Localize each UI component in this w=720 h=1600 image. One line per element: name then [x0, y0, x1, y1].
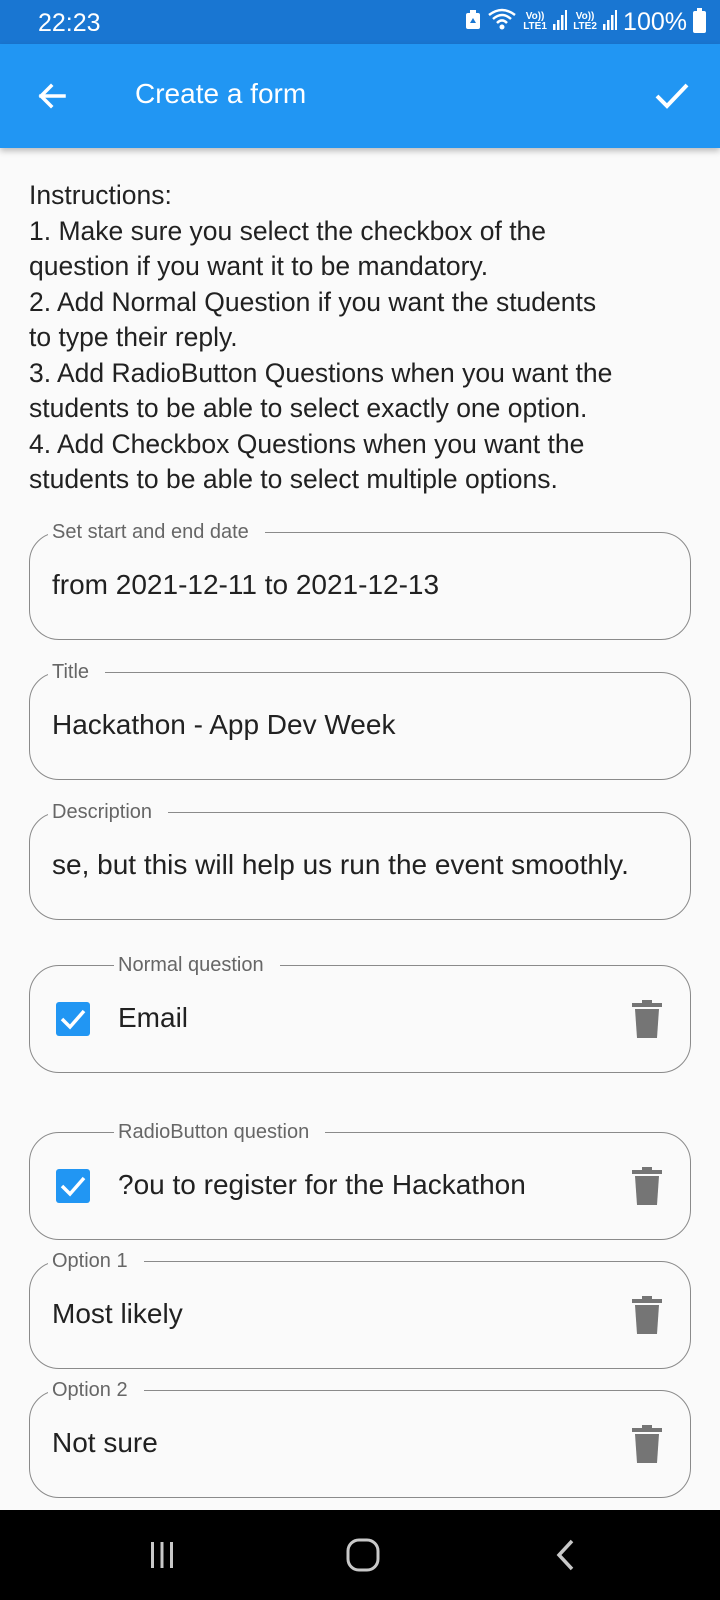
date-range-value: from 2021-12-11 to 2021-12-13 — [52, 569, 440, 600]
radio-question-value: ou to register for the Hackathon? — [118, 1169, 526, 1200]
instruction-line: students to be able to select multiple o… — [29, 464, 558, 494]
app-bar: Create a form — [0, 44, 720, 148]
check-icon — [655, 83, 689, 109]
check-icon — [60, 1009, 86, 1030]
sim2-label: Vo)) LTE2 — [573, 11, 597, 32]
description-value-clip: se, but this will help us run the event … — [52, 849, 668, 881]
instruction-line: to type their reply. — [29, 322, 238, 352]
delete-icon[interactable] — [632, 1167, 662, 1205]
delete-icon[interactable] — [632, 1425, 662, 1463]
battery-text: 100% — [623, 7, 687, 36]
back-button[interactable] — [28, 72, 76, 120]
system-nav-bar — [0, 1510, 720, 1600]
instruction-line: students to be able to select exactly on… — [29, 393, 588, 423]
recents-button[interactable] — [137, 1532, 187, 1578]
wifi-icon — [487, 8, 517, 37]
description-label: Description — [48, 801, 169, 823]
instruction-line: 2. Add Normal Question if you want the s… — [29, 286, 597, 317]
instruction-line: 1. Make sure you select the checkbox of … — [29, 215, 547, 246]
radio-question-label: RadioButton question — [114, 1121, 326, 1143]
confirm-button[interactable] — [648, 72, 696, 120]
description-field[interactable]: Description se, but this will help us ru… — [29, 801, 691, 920]
back-chevron-icon — [556, 1539, 574, 1571]
check-icon — [60, 1176, 86, 1197]
option-label: Option 1 — [48, 1250, 144, 1272]
title-label: Title — [48, 661, 106, 683]
radio-question-value-clip: ou to register for the Hackathon? — [118, 1169, 588, 1201]
normal-question-value: Email — [118, 1002, 189, 1033]
mandatory-checkbox[interactable] — [56, 1002, 90, 1036]
delete-icon[interactable] — [632, 1000, 662, 1038]
delete-icon[interactable] — [632, 1296, 662, 1334]
option-field[interactable]: Option 2 Not sure — [29, 1379, 691, 1498]
normal-question-label: Normal question — [114, 954, 280, 976]
page-title: Create a form — [135, 78, 307, 109]
title-value: Hackathon - App Dev Week — [52, 709, 396, 740]
date-range-field[interactable]: Set start and end date from 2021-12-11 t… — [29, 521, 691, 640]
battery-icon — [693, 8, 706, 33]
signal-icon — [603, 8, 618, 37]
option-field[interactable]: Option 1 Most likely — [29, 1250, 691, 1369]
instructions: Instructions: 1. Make sure you select th… — [29, 178, 699, 498]
title-field[interactable]: Title Hackathon - App Dev Week — [29, 661, 691, 780]
option-value: Not sure — [52, 1427, 158, 1458]
recycle-icon — [465, 8, 481, 37]
mandatory-checkbox[interactable] — [56, 1169, 90, 1203]
home-icon — [346, 1538, 380, 1572]
signal-icon — [553, 8, 568, 37]
option-label: Option 2 — [48, 1379, 144, 1401]
radio-question-field[interactable]: RadioButton question ou to register for … — [29, 1121, 691, 1240]
instruction-line: Instructions: — [29, 180, 172, 210]
status-time: 22:23 — [38, 9, 101, 37]
option-value: Most likely — [52, 1298, 183, 1329]
normal-question-field[interactable]: Normal question Email — [29, 954, 691, 1073]
home-button[interactable] — [338, 1532, 388, 1578]
status-bar: 22:23 Vo)) LTE1 Vo)) LTE2 100% — [0, 0, 720, 44]
instruction-line: 3. Add RadioButton Questions when you wa… — [29, 357, 613, 388]
date-range-label: Set start and end date — [48, 521, 265, 543]
arrow-back-icon — [38, 83, 66, 109]
sim1-label: Vo)) LTE1 — [523, 11, 547, 32]
status-icons: Vo)) LTE1 Vo)) LTE2 100% — [465, 8, 706, 36]
recents-icon — [151, 1542, 173, 1568]
nav-back-button[interactable] — [540, 1532, 590, 1578]
description-value: se, but this will help us run the event … — [52, 849, 629, 880]
instruction-line: question if you want it to be mandatory. — [29, 251, 489, 281]
instruction-line: 4. Add Checkbox Questions when you want … — [29, 428, 585, 459]
